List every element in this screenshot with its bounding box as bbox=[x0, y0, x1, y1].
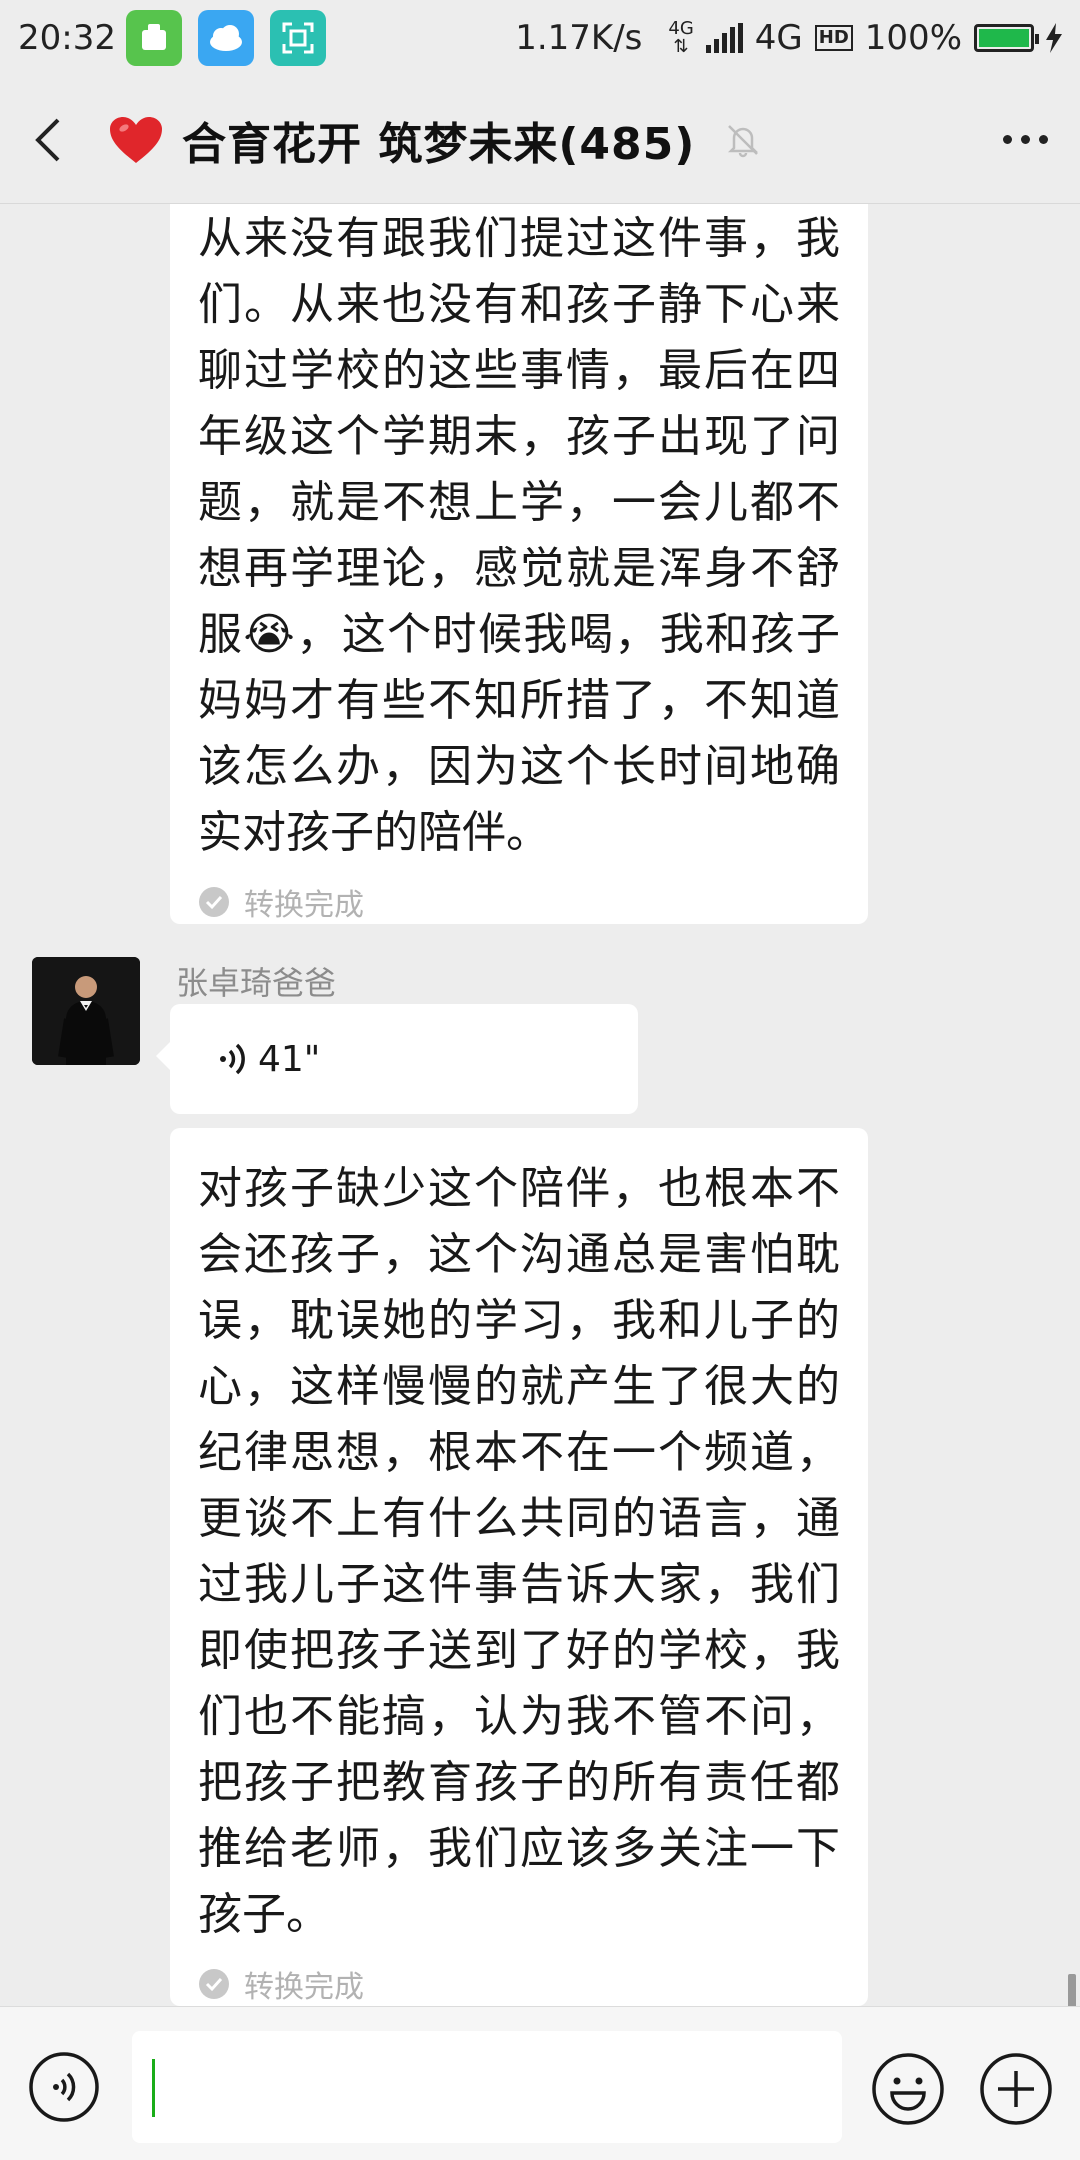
chat-title: 合育花开 筑梦未来(485) bbox=[182, 118, 696, 170]
transcript-text: 对孩子缺少这个陪伴，也根本不会还孩子，这个沟通总是害怕耽误，耽误她的学习，我和儿… bbox=[198, 1163, 840, 1940]
voice-toggle-icon[interactable] bbox=[28, 2051, 100, 2123]
transcript-bubble[interactable]: 对孩子缺少这个陪伴，也根本不会还孩子，这个沟通总是害怕耽误，耽误她的学习，我和儿… bbox=[170, 1128, 868, 2006]
text-cursor bbox=[152, 2059, 155, 2117]
scrollbar[interactable] bbox=[1068, 1974, 1076, 2006]
title-group[interactable]: 合育花开 筑梦未来(485) bbox=[108, 108, 761, 172]
more-icon bbox=[1002, 135, 1012, 144]
weather-app-icon bbox=[197, 10, 254, 66]
convert-status: 转换完成 bbox=[198, 880, 840, 924]
transcript-text: 从来没有跟我们提过这件事，我们。从来也没有和孩子静下心来聊过学校的这些事情，最后… bbox=[198, 213, 840, 858]
net-speed: 1.17K/s bbox=[515, 18, 643, 58]
status-time: 20:32 bbox=[18, 18, 116, 58]
convert-status-label: 转换完成 bbox=[244, 1970, 364, 2005]
clean-app-icon bbox=[125, 10, 182, 66]
back-button[interactable] bbox=[0, 76, 96, 204]
status-bar: 20:32 1.17K/s 4G ⇅ 4G HD 100% bbox=[0, 0, 1080, 76]
check-icon bbox=[199, 1969, 229, 1999]
mute-icon bbox=[728, 124, 759, 157]
battery-icon bbox=[974, 24, 1039, 52]
heart-icon bbox=[110, 116, 162, 163]
message-input[interactable] bbox=[132, 2031, 842, 2143]
chat-header: 合育花开 筑梦未来(485) bbox=[0, 76, 1080, 204]
avatar[interactable] bbox=[32, 957, 140, 1065]
convert-status: 转换完成 bbox=[198, 1962, 840, 2006]
battery-percent: 100% bbox=[864, 18, 962, 58]
emoji-icon[interactable] bbox=[870, 2051, 946, 2127]
plus-icon[interactable] bbox=[978, 2051, 1054, 2127]
check-icon bbox=[199, 887, 229, 917]
back-icon bbox=[35, 118, 60, 161]
scan-app-icon bbox=[269, 10, 326, 66]
message-list[interactable]: 从来没有跟我们提过这件事，我们。从来也没有和孩子静下心来聊过学校的这些事情，最后… bbox=[0, 204, 1080, 2006]
network-label: 4G bbox=[754, 18, 803, 58]
voice-message-bubble[interactable]: 41" bbox=[156, 1004, 638, 1114]
charging-icon bbox=[1046, 23, 1062, 53]
more-button[interactable] bbox=[970, 76, 1080, 204]
input-bar bbox=[0, 2006, 1080, 2160]
signal-icon bbox=[705, 23, 743, 53]
hd-badge: HD bbox=[814, 25, 853, 51]
transcript-bubble[interactable]: 从来没有跟我们提过这件事，我们。从来也没有和孩子静下心来聊过学校的这些事情，最后… bbox=[170, 204, 868, 924]
person-portrait-icon bbox=[32, 957, 140, 1065]
sender-name: 张卓琦爸爸 bbox=[176, 964, 337, 1002]
voice-duration: 41" bbox=[258, 1038, 321, 1080]
network-small-label: 4G ⇅ bbox=[668, 18, 694, 57]
convert-status-label: 转换完成 bbox=[244, 888, 364, 923]
voice-wave-icon bbox=[220, 1043, 245, 1075]
